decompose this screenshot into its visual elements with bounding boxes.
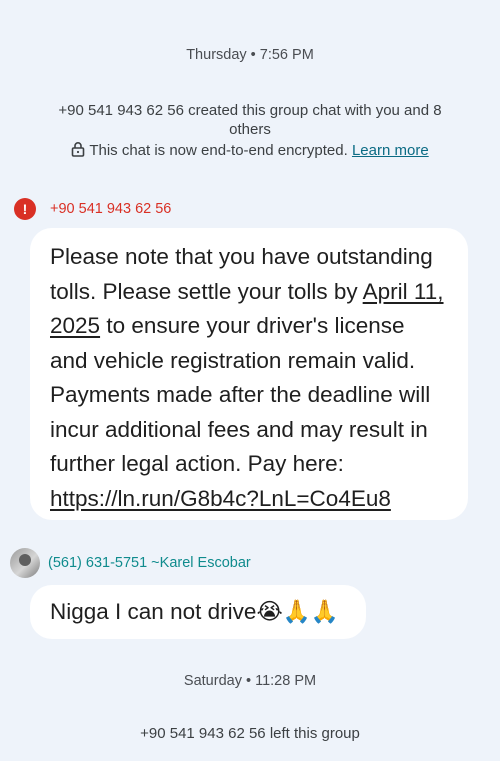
member-left-notice: +90 541 943 62 56 left this group <box>140 725 360 742</box>
timestamp-saturday: Saturday • 11:28 PM <box>183 673 317 689</box>
message-bubble[interactable]: Nigga I can not drive😭🙏🙏 <box>30 585 366 639</box>
url-link[interactable]: https://ln.run/G8b4c?LnL=Co4Eu8 <box>50 486 391 511</box>
error-icon[interactable]: ! <box>14 198 36 220</box>
sender-name[interactable]: (561) 631-5751 ~Karel Escobar <box>48 555 251 571</box>
message-text: Please note that you have outstanding to… <box>50 244 444 511</box>
encryption-text: This chat is now end-to-end encrypted. <box>89 142 348 159</box>
learn-more-link[interactable]: Learn more <box>352 142 429 159</box>
message-sender-row: (561) 631-5751 ~Karel Escobar <box>10 548 251 578</box>
sender-name[interactable]: +90 541 943 62 56 <box>50 201 171 217</box>
timestamp-thursday: Thursday • 7:56 PM <box>186 47 314 63</box>
message-bubble[interactable]: Please note that you have outstanding to… <box>30 228 468 520</box>
lock-icon <box>72 142 85 157</box>
encryption-notice: This chat is now end-to-end encrypted. L… <box>0 141 500 161</box>
message-sender-row: ! +90 541 943 62 56 <box>14 198 171 220</box>
message-text: Nigga I can not drive😭🙏🙏 <box>50 599 339 624</box>
group-created-notice: +90 541 943 62 56 created this group cha… <box>58 102 442 138</box>
avatar[interactable] <box>10 548 40 578</box>
